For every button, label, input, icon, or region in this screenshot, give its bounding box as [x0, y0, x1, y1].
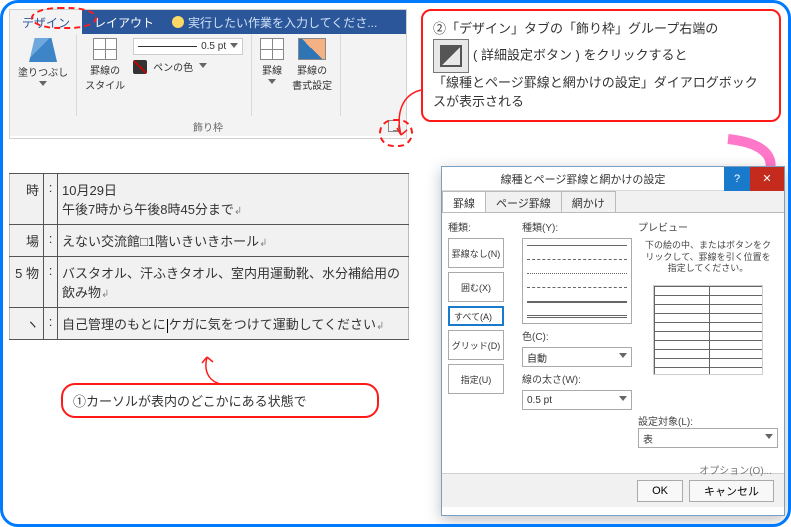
launcher-large-icon — [433, 39, 469, 73]
width-value: 0.5 pt — [527, 395, 552, 406]
preset-all[interactable]: すべて(A) — [448, 306, 504, 326]
colon: : — [49, 314, 53, 329]
color-select[interactable]: 自動 — [522, 347, 632, 367]
colon: : — [49, 180, 53, 195]
return-mark: ↲ — [376, 321, 384, 332]
colon: : — [49, 231, 53, 246]
pen-color-label: ペンの色 — [153, 59, 193, 74]
cell-text: えない交流館□1階いきいきホール — [62, 234, 259, 249]
border-style-label: 罫線の スタイル — [85, 62, 125, 92]
pen-icon — [133, 60, 147, 74]
color-label: 色(C): — [522, 328, 632, 343]
callout-2: ②「デザイン」タブの「飾り枠」グループ右端の ( 詳細設定ボタン ) をクリック… — [421, 9, 781, 122]
group-label: 飾り枠 — [10, 116, 406, 136]
row-head: 5 物 — [10, 257, 44, 308]
bulb-icon — [172, 16, 184, 28]
chevron-down-icon — [39, 81, 47, 89]
chevron-down-icon — [199, 63, 207, 71]
dialog-titlebar: 線種とページ罫線と網かけの設定 ? ✕ — [442, 167, 784, 191]
pen-color-button[interactable]: ペンの色 — [133, 59, 243, 74]
preset-box[interactable]: 囲む(X) — [448, 272, 504, 302]
chevron-down-icon — [619, 396, 627, 404]
preview-box — [653, 285, 763, 375]
return-mark: ↲ — [234, 206, 242, 217]
callout-text: ②「デザイン」タブの「飾り枠」グループ右端の — [433, 19, 769, 39]
fill-label: 塗りつぶし — [18, 64, 68, 79]
dtab-page-border[interactable]: ページ罫線 — [485, 191, 562, 212]
border-style-button[interactable]: 罫線の スタイル — [85, 38, 125, 92]
group-name: 飾り枠 — [193, 119, 223, 134]
options-link[interactable]: オプション(O)... — [699, 462, 772, 477]
help-button[interactable]: ? — [724, 167, 750, 191]
line-style-list[interactable] — [522, 238, 632, 324]
borders-button[interactable]: 罫線 — [260, 38, 284, 87]
table-row[interactable]: ヽ: 自己管理のもとにケガに気をつけて運動してください↲ — [10, 308, 409, 340]
dialog-tabs: 罫線 ページ罫線 網かけ — [442, 191, 784, 213]
table-row[interactable]: 時:10月29日 午後7時から午後8時45分まで↲ — [10, 174, 409, 225]
ok-button[interactable]: OK — [637, 480, 683, 502]
chevron-down-icon — [230, 43, 238, 51]
section-label: 種類: — [448, 219, 516, 234]
chevron-down-icon — [765, 434, 773, 442]
width-label: 線の太さ(W): — [522, 371, 632, 386]
tell-me[interactable]: 実行したい作業を入力してくださ... — [166, 10, 406, 34]
row-head: ヽ — [10, 308, 44, 340]
border-style-icon — [93, 38, 117, 60]
dtab-shading[interactable]: 網かけ — [561, 191, 616, 212]
dialog-title: 線種とページ罫線と網かけの設定 — [442, 171, 724, 187]
table-row[interactable]: 場: えない交流館□1階いきいきホール↲ — [10, 225, 409, 257]
apply-to-label: 設定対象(L): — [638, 413, 778, 428]
borders-icon — [260, 38, 284, 60]
close-button[interactable]: ✕ — [750, 167, 784, 191]
bucket-icon — [29, 38, 57, 62]
callout-text: ( 詳細設定ボタン ) をクリックすると — [473, 47, 688, 62]
tell-me-text: 実行したい作業を入力してくださ... — [188, 14, 377, 31]
chevron-down-icon — [619, 353, 627, 361]
cell-text: 10月29日 午後7時から午後8時45分まで — [62, 183, 234, 217]
preset-none[interactable]: 罫線なし(N) — [448, 238, 504, 268]
return-mark: ↲ — [259, 238, 267, 249]
preview-note: 下の絵の中、またはボタンをクリックして、罫線を引く位置を指定してください。 — [642, 240, 774, 275]
fill-button[interactable]: 塗りつぶし — [18, 38, 68, 89]
border-format-button[interactable]: 罫線の 書式設定 — [292, 38, 332, 92]
apply-to-value: 表 — [643, 431, 653, 446]
width-select[interactable]: 0.5 pt — [522, 390, 632, 410]
brush-icon — [298, 38, 326, 60]
color-value: 自動 — [527, 350, 547, 365]
dtab-borders[interactable]: 罫線 — [442, 191, 486, 212]
tab-layout[interactable]: レイアウト — [82, 10, 166, 34]
return-mark: ↲ — [101, 289, 109, 300]
style-label: 種類(Y): — [522, 219, 632, 234]
cell-text: ケガに気をつけて運動してください — [169, 317, 376, 332]
cancel-button[interactable]: キャンセル — [689, 480, 774, 502]
row-head: 時 — [10, 174, 44, 225]
border-format-label: 罫線の 書式設定 — [292, 62, 332, 92]
borders-shading-dialog: 線種とページ罫線と網かけの設定 ? ✕ 罫線 ページ罫線 網かけ 種類: 罫線な… — [441, 166, 785, 516]
colon: : — [49, 263, 53, 278]
cell-text: バスタオル、汗ふきタオル、室内用運動靴、水分補給用の飲み物 — [62, 266, 400, 300]
borders-label: 罫線 — [262, 62, 282, 77]
ribbon-tabs: デザイン レイアウト 実行したい作業を入力してくださ... — [10, 10, 406, 34]
pink-arrow — [723, 139, 783, 169]
document-table: 時:10月29日 午後7時から午後8時45分まで↲ 場:えない交流館□1階いきい… — [9, 173, 409, 340]
text-cursor — [167, 319, 168, 333]
preset-grid[interactable]: グリッド(D) — [448, 330, 504, 360]
tab-design[interactable]: デザイン — [10, 10, 82, 34]
ribbon: デザイン レイアウト 実行したい作業を入力してくださ... 塗りつぶし 罫線の … — [9, 9, 407, 139]
table-row[interactable]: 5 物: バスタオル、汗ふきタオル、室内用運動靴、水分補給用の飲み物↲ — [10, 257, 409, 308]
apply-to-select[interactable]: 表 — [638, 428, 778, 448]
chevron-down-icon — [268, 79, 276, 87]
pen-weight-value: 0.5 pt — [201, 41, 226, 52]
preset-custom[interactable]: 指定(U) — [448, 364, 504, 394]
row-head: 場 — [10, 225, 44, 257]
callout-1: ①カーソルが表内のどこかにある状態で — [61, 383, 379, 418]
dialog-launcher-icon[interactable] — [388, 120, 400, 132]
preview-label: プレビュー — [638, 219, 778, 234]
pen-weight-select[interactable]: 0.5 pt — [133, 38, 243, 55]
callout-text: 「線種とページ罫線と網かけの設定」ダイアログボックスが表示される — [433, 73, 769, 112]
callout-text: ①カーソルが表内のどこかにある状態で — [73, 394, 307, 409]
cell-text: 自己管理のもとに — [62, 317, 166, 332]
